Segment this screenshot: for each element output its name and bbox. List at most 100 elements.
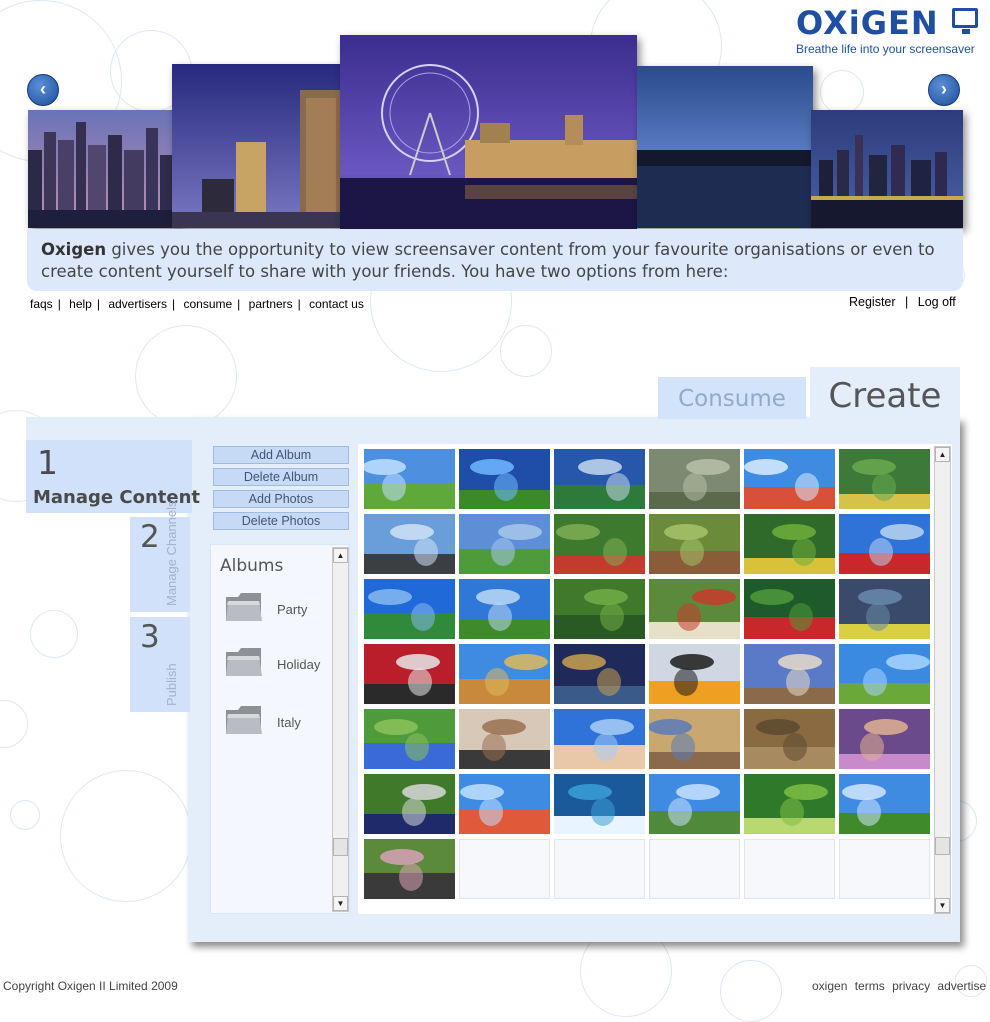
photo-thumbnail[interactable] bbox=[364, 774, 455, 834]
album-item-italy[interactable]: Italy bbox=[225, 704, 335, 740]
photo-image bbox=[744, 514, 835, 574]
photo-image bbox=[459, 449, 550, 509]
photo-thumbnail[interactable] bbox=[839, 709, 930, 769]
photo-thumbnail[interactable] bbox=[649, 644, 740, 704]
photo-image bbox=[554, 644, 645, 704]
photo-image bbox=[459, 514, 550, 574]
photo-thumbnail[interactable] bbox=[554, 709, 645, 769]
photo-thumbnail[interactable] bbox=[364, 579, 455, 639]
photo-thumbnail[interactable] bbox=[364, 449, 455, 509]
photo-thumbnail[interactable] bbox=[839, 579, 930, 639]
photo-thumbnail[interactable] bbox=[459, 579, 550, 639]
photo-thumbnail[interactable] bbox=[554, 449, 645, 509]
carousel-photo-skyline-left[interactable] bbox=[28, 110, 178, 228]
add-photos-button[interactable]: Add Photos bbox=[213, 490, 349, 508]
photo-image bbox=[744, 644, 835, 704]
carousel-photo-london-eye[interactable] bbox=[340, 35, 637, 233]
photo-thumbnail[interactable] bbox=[364, 839, 455, 899]
footer-link-advertise[interactable]: advertise bbox=[937, 979, 986, 993]
photo-thumbnail[interactable] bbox=[649, 774, 740, 834]
photo-thumbnail[interactable] bbox=[839, 774, 930, 834]
album-item-holiday[interactable]: Holiday bbox=[225, 646, 335, 682]
photo-image bbox=[649, 514, 740, 574]
delete-album-button[interactable]: Delete Album bbox=[213, 468, 349, 486]
scroll-thumb[interactable] bbox=[935, 837, 950, 855]
chevron-left-icon: ‹ bbox=[40, 79, 46, 99]
footer-link-terms[interactable]: terms bbox=[855, 979, 885, 993]
intro-brand-word: Oxigen bbox=[41, 240, 107, 259]
nav-separator: | bbox=[297, 297, 301, 311]
scroll-down-button[interactable]: ▼ bbox=[333, 896, 348, 911]
photo-thumbnail[interactable] bbox=[839, 514, 930, 574]
photo-thumbnail[interactable] bbox=[364, 709, 455, 769]
photo-thumbnail[interactable] bbox=[744, 514, 835, 574]
photo-thumbnail[interactable] bbox=[459, 449, 550, 509]
register-link[interactable]: Register bbox=[849, 295, 896, 309]
photo-thumbnail[interactable] bbox=[744, 709, 835, 769]
photo-thumbnail[interactable] bbox=[649, 449, 740, 509]
nav-link-partners[interactable]: partners bbox=[249, 297, 293, 311]
carousel-photo-harbour[interactable] bbox=[637, 66, 813, 228]
photo-image bbox=[459, 774, 550, 834]
empty-photo-slot bbox=[649, 839, 740, 899]
carousel-photo-skyline-right[interactable] bbox=[811, 110, 963, 228]
photo-thumbnail[interactable] bbox=[744, 774, 835, 834]
photo-thumbnail[interactable] bbox=[364, 644, 455, 704]
step-publish[interactable]: 3 Publish bbox=[130, 617, 190, 712]
nav-link-help[interactable]: help bbox=[69, 297, 92, 311]
photo-thumbnail[interactable] bbox=[554, 774, 645, 834]
footer-link-oxigen[interactable]: oxigen bbox=[812, 979, 847, 993]
photo-thumbnail[interactable] bbox=[649, 514, 740, 574]
photo-thumbnail[interactable] bbox=[459, 774, 550, 834]
photo-thumbnail[interactable] bbox=[744, 579, 835, 639]
scroll-up-button[interactable]: ▲ bbox=[333, 548, 348, 563]
album-item-party[interactable]: Party bbox=[225, 591, 335, 627]
photo-thumbnail[interactable] bbox=[839, 644, 930, 704]
nav-separator: | bbox=[96, 297, 100, 311]
photo-image bbox=[839, 514, 930, 574]
footer-links: oxigen terms privacy advertise bbox=[812, 979, 990, 993]
photo-thumbnail[interactable] bbox=[649, 579, 740, 639]
photo-thumbnail[interactable] bbox=[649, 709, 740, 769]
photo-thumbnail[interactable] bbox=[554, 514, 645, 574]
photo-thumbnail[interactable] bbox=[744, 449, 835, 509]
photo-thumbnail[interactable] bbox=[364, 514, 455, 574]
photo-grid-scrollbar[interactable]: ▲ ▼ bbox=[934, 446, 951, 914]
step-label: Publish bbox=[164, 663, 179, 706]
tab-consume[interactable]: Consume bbox=[658, 377, 806, 419]
empty-photo-slot bbox=[459, 839, 550, 899]
empty-photo-slot bbox=[554, 839, 645, 899]
nav-link-consume[interactable]: consume bbox=[183, 297, 232, 311]
step-number: 3 bbox=[140, 619, 160, 655]
step-manage-channels[interactable]: 2 Manage Channels bbox=[130, 500, 190, 612]
scroll-down-button[interactable]: ▼ bbox=[935, 898, 950, 913]
photo-thumbnail[interactable] bbox=[554, 579, 645, 639]
photo-thumbnail[interactable] bbox=[554, 644, 645, 704]
nav-link-faqs[interactable]: faqs bbox=[30, 297, 53, 311]
add-album-button[interactable]: Add Album bbox=[213, 446, 349, 464]
albums-scrollbar[interactable]: ▲ ▼ bbox=[332, 547, 349, 912]
photo-image bbox=[364, 774, 455, 834]
delete-photos-button[interactable]: Delete Photos bbox=[213, 512, 349, 530]
folder-icon bbox=[226, 648, 262, 676]
footer-link-privacy[interactable]: privacy bbox=[892, 979, 930, 993]
decorative-bubble bbox=[10, 800, 40, 830]
carousel-photo-towers[interactable] bbox=[172, 64, 347, 228]
carousel-next-button[interactable]: › bbox=[928, 74, 960, 106]
photo-image bbox=[364, 709, 455, 769]
scroll-up-button[interactable]: ▲ bbox=[935, 447, 950, 462]
photo-thumbnail[interactable] bbox=[459, 709, 550, 769]
nav-link-contact[interactable]: contact us bbox=[309, 297, 364, 311]
decorative-bubble bbox=[30, 610, 78, 658]
scroll-thumb[interactable] bbox=[333, 838, 348, 856]
tab-create[interactable]: Create bbox=[810, 367, 960, 423]
nav-link-advertisers[interactable]: advertisers bbox=[108, 297, 167, 311]
photo-thumbnail[interactable] bbox=[744, 644, 835, 704]
decorative-bubble bbox=[0, 700, 28, 748]
carousel-prev-button[interactable]: ‹ bbox=[27, 74, 59, 106]
photo-thumbnail[interactable] bbox=[459, 514, 550, 574]
logoff-link[interactable]: Log off bbox=[918, 295, 956, 309]
photo-thumbnail[interactable] bbox=[839, 449, 930, 509]
photo-image bbox=[364, 514, 455, 574]
photo-thumbnail[interactable] bbox=[459, 644, 550, 704]
